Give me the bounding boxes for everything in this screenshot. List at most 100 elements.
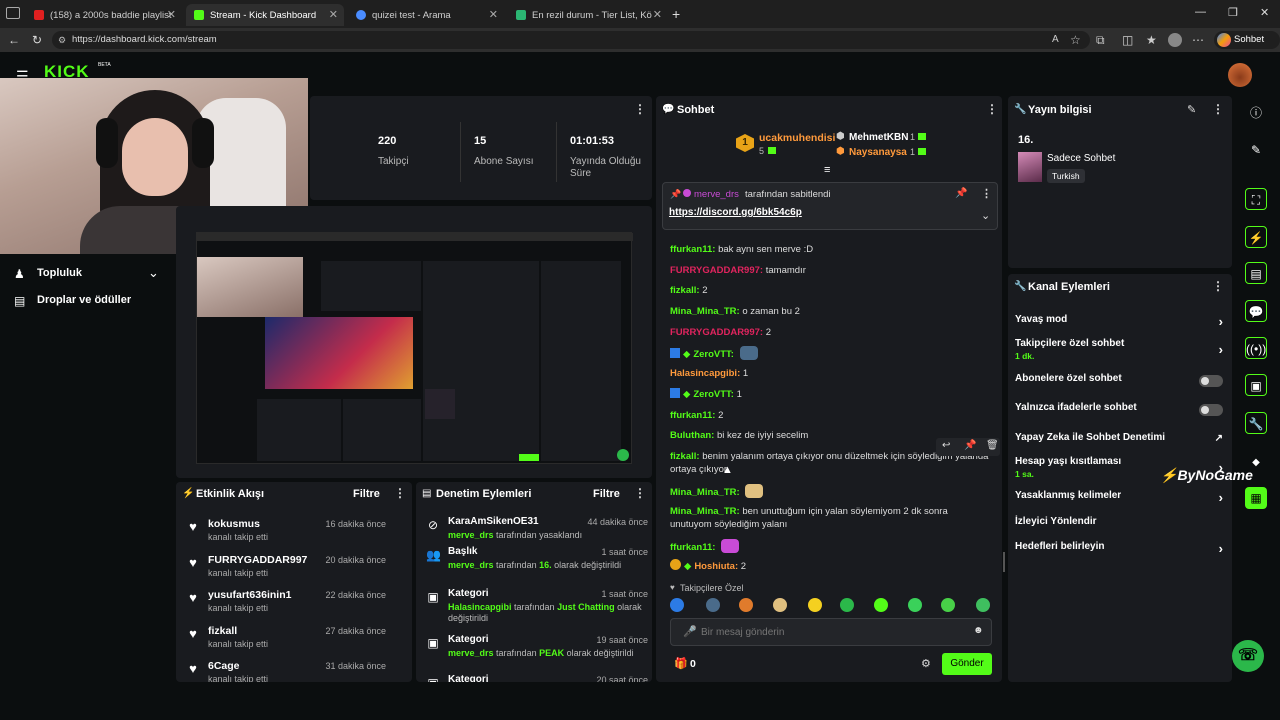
read-aloud-icon[interactable]: A <box>1052 34 1059 45</box>
chat-scrollbar[interactable] <box>1003 552 1005 572</box>
pinned-link[interactable]: https://discord.gg/6bk54c6p <box>669 207 802 218</box>
chat-username[interactable]: fizkall <box>670 451 696 462</box>
viewer-redirect-row[interactable]: İzleyici Yönlendir <box>1015 516 1225 536</box>
wrench-icon[interactable]: 🔧 <box>1245 412 1267 434</box>
chat-username[interactable]: ffurkan11 <box>670 410 712 421</box>
sidebar-item-drops[interactable]: ▤ Droplar ve ödüller <box>14 293 164 311</box>
extensions-icon[interactable]: ⧉ <box>1096 33 1105 48</box>
close-icon[interactable]: ✕ <box>489 8 498 21</box>
chat-message-field[interactable] <box>701 625 951 639</box>
chevron-down-icon[interactable]: ⌄ <box>981 209 990 222</box>
chat-username[interactable]: Mina_Mina_TR <box>670 306 737 317</box>
chat-username[interactable]: Hoshiuta <box>694 561 735 572</box>
channel-actions-menu-icon[interactable]: ⋮ <box>1212 279 1224 293</box>
chat-message[interactable]: ffurkan11: 2 <box>670 409 990 422</box>
chat-message[interactable]: Mina_Mina_TR: o zaman bu 2 <box>670 305 990 318</box>
shapes-icon[interactable]: ◆ <box>1245 452 1267 474</box>
emote-icon[interactable] <box>874 598 888 612</box>
pinned-by[interactable]: merve_drs <box>694 189 739 200</box>
chat-message[interactable]: ffurkan11: bak aynı sen merve :D <box>670 243 990 256</box>
close-icon[interactable]: ✕ <box>329 8 338 21</box>
pin-icon[interactable]: 📌 <box>964 440 976 451</box>
broadcast-icon[interactable]: ((•)) <box>1245 337 1267 359</box>
favorite-icon[interactable]: ☆ <box>1070 33 1081 47</box>
chat-message[interactable]: ◆ ZeroVTT: 1 <box>670 388 990 401</box>
emote-icon[interactable] <box>941 598 955 612</box>
emote-icon[interactable] <box>908 598 922 612</box>
moderation-menu-icon[interactable]: ⋮ <box>634 486 646 500</box>
activity-user[interactable]: fizkall <box>208 625 237 637</box>
chat-username[interactable]: ZeroVTT <box>693 349 730 360</box>
notes-icon[interactable]: ▤ <box>1245 262 1267 284</box>
expand-leaderboard-icon[interactable]: ≡ <box>824 164 830 176</box>
chevron-down-icon[interactable]: ⌄ <box>148 265 159 281</box>
stream-preview[interactable] <box>196 232 633 464</box>
chat-message[interactable]: ffurkan11: <box>670 539 990 554</box>
emote-icon[interactable] <box>739 598 753 612</box>
settings-icon[interactable]: ⚙ <box>921 657 931 670</box>
chat-username[interactable]: ZeroVTT <box>693 389 730 400</box>
moderation-filter-button[interactable]: Filtre <box>593 488 620 500</box>
activity-item[interactable]: ♥ yusufart636inin1 kanalı takip etti 22 … <box>176 585 396 619</box>
unpin-icon[interactable]: 📌 <box>955 188 967 199</box>
microphone-icon[interactable]: 🎤 <box>683 625 697 638</box>
chat-username[interactable]: ffurkan11 <box>670 542 712 553</box>
chat-username[interactable]: fizkall <box>670 285 696 296</box>
back-icon[interactable]: ← <box>8 33 20 47</box>
moderation-actor[interactable]: Halasincapgibi <box>448 602 512 612</box>
url-input[interactable]: https://dashboard.kick.com/stream <box>52 31 1090 49</box>
camera-icon[interactable]: ▣ <box>1245 374 1267 396</box>
moderation-subject[interactable]: Kategori <box>448 588 489 599</box>
help-icon[interactable]: ☏ <box>1232 640 1264 672</box>
moderation-actor[interactable]: merve_drs <box>448 560 494 570</box>
moderation-subject[interactable]: KaraAmSikenOE31 <box>448 516 539 527</box>
copilot-button[interactable]: Sohbet et <box>1214 31 1280 63</box>
emote-icon[interactable] <box>840 598 854 612</box>
leaderboard-name[interactable]: ucakmuhendisi <box>759 132 835 144</box>
chat-message[interactable]: FURRYGADDAR997: tamamdır <box>670 264 990 277</box>
activity-user[interactable]: 6Cage <box>208 660 240 672</box>
moderation-subject[interactable]: Kategori <box>448 634 489 645</box>
chat-message[interactable]: FURRYGADDAR997: 2 <box>670 326 990 339</box>
add-widget-icon[interactable]: ▦ <box>1245 487 1267 509</box>
chat-bubble-icon[interactable]: 💬 <box>1245 300 1267 322</box>
activity-item[interactable]: ♥ kokusmus kanalı takip etti 16 dakika ö… <box>176 514 396 548</box>
category-name[interactable]: Sadece Sohbet <box>1047 153 1115 164</box>
leaderboard-name[interactable]: Naysanaysa <box>849 147 907 158</box>
chat-menu-icon[interactable]: ⋮ <box>986 102 998 116</box>
category-thumbnail[interactable] <box>1018 152 1042 182</box>
user-avatar[interactable] <box>1228 63 1252 87</box>
chat-message[interactable]: ◆ Hoshiuta: 2 <box>670 559 990 573</box>
activity-user[interactable]: yusufart636inin1 <box>208 589 291 601</box>
lightning-icon[interactable]: ⚡ <box>1245 226 1267 248</box>
activity-filter-button[interactable]: Filtre <box>353 488 380 500</box>
chat-message[interactable]: Halasincapgibi: 1 <box>670 367 990 380</box>
chat-message[interactable]: Mina_Mina_TR: ben unuttuğum için yalan s… <box>670 505 990 531</box>
reply-icon[interactable]: ↩ <box>942 440 950 451</box>
info-icon[interactable]: ⓘ <box>1245 102 1267 124</box>
banned-words-row[interactable]: Yasaklanmış kelimeler › <box>1015 490 1225 510</box>
sidebar-item-community[interactable]: ♟ Topluluk ⌄ <box>14 265 164 284</box>
stream-info-menu-icon[interactable]: ⋮ <box>1212 102 1224 116</box>
activity-user[interactable]: FURRYGADDAR997 <box>208 554 307 566</box>
profile-avatar[interactable] <box>1168 33 1182 47</box>
stats-menu-icon[interactable]: ⋮ <box>634 102 646 116</box>
fullscreen-icon[interactable]: ⛶ <box>1245 188 1267 210</box>
emote-icon[interactable] <box>670 598 684 612</box>
chat-message[interactable]: Mina_Mina_TR: <box>670 484 990 499</box>
moderation-subject[interactable]: Kategori <box>448 674 489 682</box>
moderation-subject[interactable]: Başlık <box>448 546 477 557</box>
activity-user[interactable]: kokusmus <box>208 518 260 530</box>
tab-tierlist[interactable]: En rezil durum - Tier List, Kör Sıralı ✕ <box>508 4 668 26</box>
followers-chat-row[interactable]: Takipçilere özel sohbet 1 dk. › <box>1015 338 1225 364</box>
emoji-icon[interactable]: ☻ <box>973 625 984 636</box>
tab-search[interactable]: quizei test - Arama ✕ <box>348 4 504 26</box>
activity-item[interactable]: ♥ FURRYGADDAR997 kanalı takip etti 20 da… <box>176 550 396 584</box>
emote-icon[interactable] <box>773 598 787 612</box>
send-button[interactable]: Gönder <box>942 653 992 675</box>
more-icon[interactable]: ⋯ <box>1192 33 1204 47</box>
subs-chat-toggle[interactable] <box>1199 375 1223 387</box>
pinned-menu-icon[interactable]: ⋮ <box>981 187 992 200</box>
chat-username[interactable]: FURRYGADDAR997 <box>670 327 760 338</box>
trash-icon[interactable]: 🗑 <box>986 440 999 451</box>
